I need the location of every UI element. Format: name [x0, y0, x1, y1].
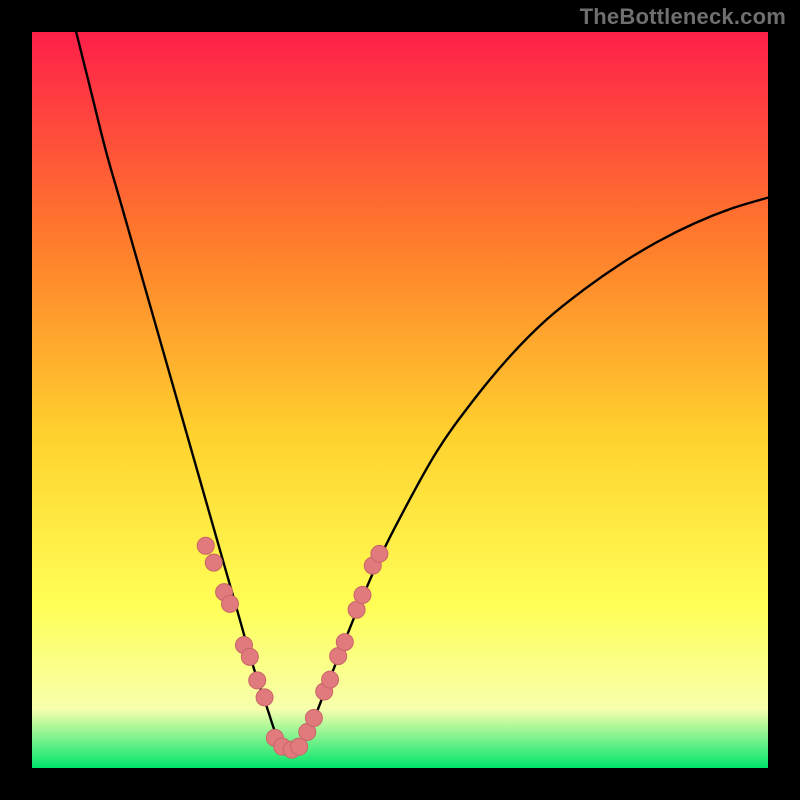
data-dot	[197, 537, 214, 554]
watermark-text: TheBottleneck.com	[580, 4, 786, 30]
bottleneck-chart	[32, 32, 768, 768]
data-dot	[322, 671, 339, 688]
data-dot	[291, 738, 308, 755]
gradient-background	[32, 32, 768, 768]
data-dot	[305, 709, 322, 726]
data-dot	[221, 595, 238, 612]
data-dot	[256, 689, 273, 706]
data-dot	[336, 634, 353, 651]
plot-area	[32, 32, 768, 768]
data-dot	[241, 648, 258, 665]
data-dot	[371, 545, 388, 562]
data-dot	[249, 672, 266, 689]
chart-container: TheBottleneck.com	[0, 0, 800, 800]
data-dot	[205, 554, 222, 571]
data-dot	[354, 587, 371, 604]
